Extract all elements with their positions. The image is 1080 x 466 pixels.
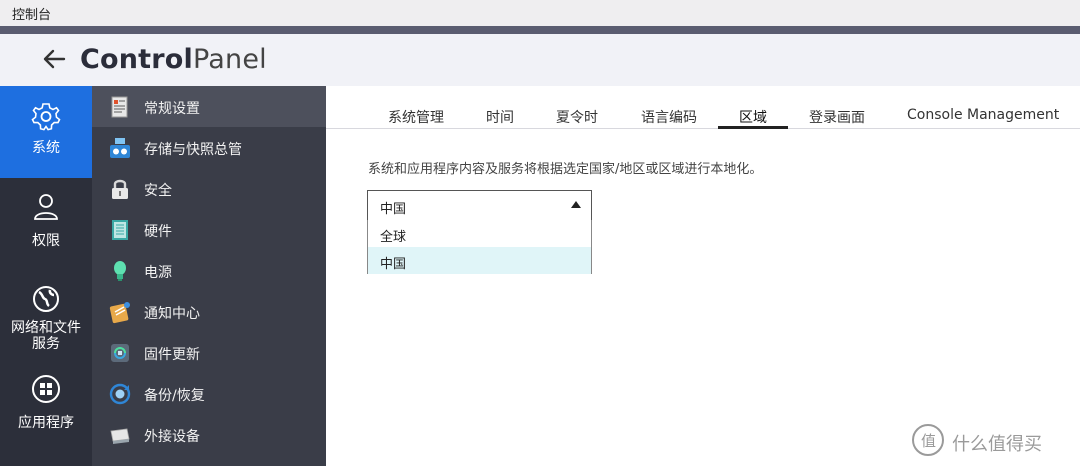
user-icon	[34, 194, 58, 220]
submenu-label-notification: 通知中心	[144, 306, 200, 322]
tab-login-screen[interactable]: 登录画面	[805, 107, 869, 129]
submenu-label-firmware: 固件更新	[144, 347, 200, 363]
submenu-item-external[interactable]: 外接设备	[92, 414, 326, 455]
submenu-item-power[interactable]: 电源	[92, 250, 326, 291]
backup-icon	[109, 383, 131, 405]
region-option-global[interactable]: 全球	[368, 220, 591, 247]
nav-label-permissions: 权限	[32, 233, 60, 249]
nav-label-network: 网络和文件 服务	[0, 320, 92, 352]
submenu-label-power: 电源	[144, 265, 172, 281]
region-option-china[interactable]: 中国	[368, 247, 591, 274]
region-description: 系统和应用程序内容及服务将根据选定国家/地区或区域进行本地化。	[368, 162, 763, 177]
watermark: 值 什么值得买	[912, 424, 1072, 458]
submenu-label-general: 常规设置	[144, 101, 200, 117]
tab-console-management[interactable]: Console Management	[903, 107, 1063, 129]
watermark-text: 什么值得买	[952, 434, 1042, 455]
tab-system-admin[interactable]: 系统管理	[384, 107, 448, 129]
region-dropdown-list: 全球 中国	[367, 220, 592, 274]
settings-doc-icon	[111, 96, 128, 118]
storage-icon	[110, 138, 130, 158]
content-panel: 系统管理 时间 夏令时 语言编码 区域 登录画面 Console Managem…	[326, 86, 1080, 466]
submenu-item-backup[interactable]: 备份/恢复	[92, 373, 326, 414]
submenu-item-security[interactable]: 安全	[92, 168, 326, 209]
submenu-item-firmware[interactable]: 固件更新	[92, 332, 326, 373]
globe-icon	[33, 286, 59, 312]
submenu-item-hardware[interactable]: 硬件	[92, 209, 326, 250]
watermark-mark: 值	[921, 432, 937, 450]
lock-icon	[112, 179, 128, 199]
hardware-icon	[112, 220, 128, 240]
nav-label-network-line1: 网络和文件	[11, 320, 81, 336]
region-select[interactable]: 中国	[367, 190, 592, 221]
submenu-label-storage: 存储与快照总管	[144, 142, 242, 158]
back-arrow-icon[interactable]	[40, 44, 68, 74]
nav-label-system: 系统	[32, 140, 60, 156]
submenu-item-notification[interactable]: 通知中心	[92, 291, 326, 332]
tab-language-encoding[interactable]: 语言编码	[637, 107, 701, 129]
gear-icon	[31, 103, 61, 131]
apps-grid-icon	[32, 375, 60, 403]
accent-bar	[0, 26, 1080, 34]
nav-label-applications: 应用程序	[18, 415, 74, 431]
submenu-label-backup: 备份/恢复	[144, 388, 205, 404]
system-submenu: 常规设置 存储与快照总管 安全 硬件 电源 通知中心 固件更新 备份/恢复 外接…	[92, 86, 326, 466]
firmware-update-icon	[111, 344, 129, 362]
tab-region[interactable]: 区域	[718, 107, 788, 129]
caret-up-icon	[571, 201, 581, 208]
main-nav: 系统 权限 网络和文件 服务 应用程序	[0, 86, 92, 466]
nav-item-applications[interactable]: 应用程序	[0, 372, 92, 444]
external-device-icon	[110, 428, 130, 444]
submenu-label-hardware: 硬件	[144, 224, 172, 240]
region-option-label: 中国	[380, 257, 407, 272]
submenu-item-storage[interactable]: 存储与快照总管	[92, 127, 326, 168]
app-title-bold: Control	[80, 44, 194, 75]
submenu-item-general[interactable]: 常规设置	[92, 86, 326, 127]
region-select-value: 中国	[380, 202, 407, 217]
power-bulb-icon	[114, 261, 126, 281]
tab-daylight-saving[interactable]: 夏令时	[552, 107, 602, 129]
nav-item-system[interactable]: 系统	[0, 86, 92, 178]
submenu-label-security: 安全	[144, 183, 172, 199]
submenu-label-external: 外接设备	[144, 429, 200, 445]
tab-bar: 系统管理 时间 夏令时 语言编码 区域 登录画面 Console Managem…	[326, 86, 1080, 129]
window-titlebar: 控制台	[0, 0, 1080, 26]
notification-icon	[109, 302, 130, 324]
nav-item-permissions[interactable]: 权限	[0, 188, 92, 260]
region-option-label: 全球	[380, 230, 407, 245]
app-title: ControlPanel	[80, 44, 267, 75]
tab-time[interactable]: 时间	[482, 107, 518, 129]
nav-item-network[interactable]: 网络和文件 服务	[0, 280, 92, 360]
window-title: 控制台	[12, 8, 52, 23]
nav-label-network-line2: 服务	[32, 336, 60, 352]
watermark-logo-icon: 值	[912, 424, 944, 456]
app-header: ControlPanel	[0, 34, 1080, 86]
app-title-light: Panel	[193, 44, 267, 75]
